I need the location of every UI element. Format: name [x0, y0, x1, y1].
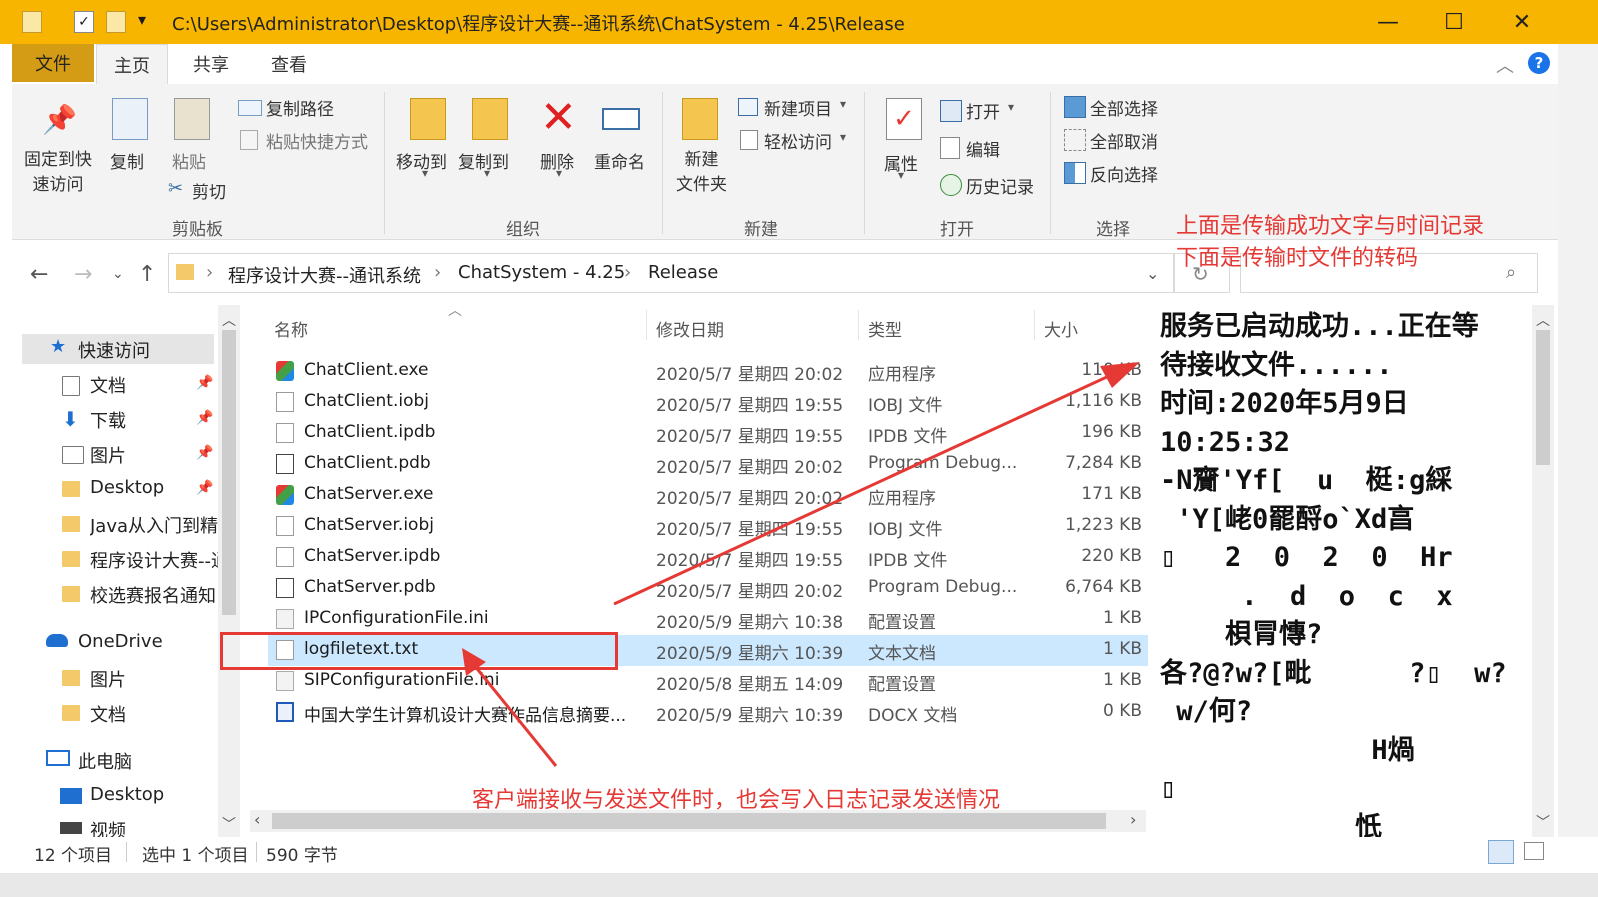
- annotation-top-line1: 上面是传输成功文字与时间记录: [1176, 214, 1485, 239]
- annotation-arrowhead: [1100, 362, 1140, 388]
- annotation-top-line2: 下面是传输时文件的转码: [1176, 246, 1419, 271]
- annotation-bottom: 客户端接收与发送文件时，也会写入日志记录发送情况: [472, 788, 1001, 813]
- annotation-arrows: [462, 362, 1140, 767]
- annotation-arrow-to-log: [468, 659, 558, 767]
- annotation-arrowhead: [462, 648, 486, 676]
- annotation-arrow-to-preview: [613, 368, 1123, 606]
